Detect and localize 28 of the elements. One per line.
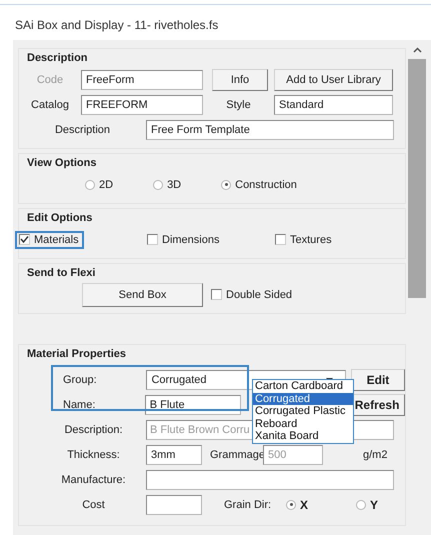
field-label: Description: [54, 124, 112, 136]
window-title: SAi Box and Display - 11- rivetholes.fs: [15, 18, 218, 32]
section-title: Material Properties: [26, 348, 126, 362]
checkbox-label: Dimensions: [162, 234, 220, 246]
checkbox-label: Materials: [34, 234, 79, 246]
field-label: Code: [36, 74, 64, 86]
checkbox-label: Double Sided: [226, 288, 292, 300]
radio-label: Y: [370, 498, 378, 512]
section-title: View Options: [26, 157, 96, 171]
field-label: Manufacture:: [60, 474, 127, 486]
checkbox-label: Textures: [290, 234, 332, 246]
field-label: Name:: [62, 398, 96, 410]
field-label: Grammage: [210, 448, 263, 460]
radio-label: Construction: [235, 178, 297, 190]
unit-label: g/m2: [363, 448, 388, 460]
field-label: Style: [225, 98, 252, 110]
field-label: Group:: [62, 374, 98, 386]
radio-label: X: [300, 498, 308, 512]
field-label: Description:: [63, 424, 124, 436]
radio-label: 2D: [99, 178, 114, 190]
section-title: Description: [26, 52, 88, 66]
section-title: Send to Flexi: [26, 267, 96, 281]
section-title: Edit Options: [26, 212, 92, 226]
radio-label: 3D: [167, 178, 182, 190]
field-label: Catalog: [30, 98, 70, 110]
field-label: Thickness:: [66, 448, 121, 460]
field-label: Cost: [81, 498, 106, 510]
field-label: Grain Dir:: [224, 498, 272, 510]
